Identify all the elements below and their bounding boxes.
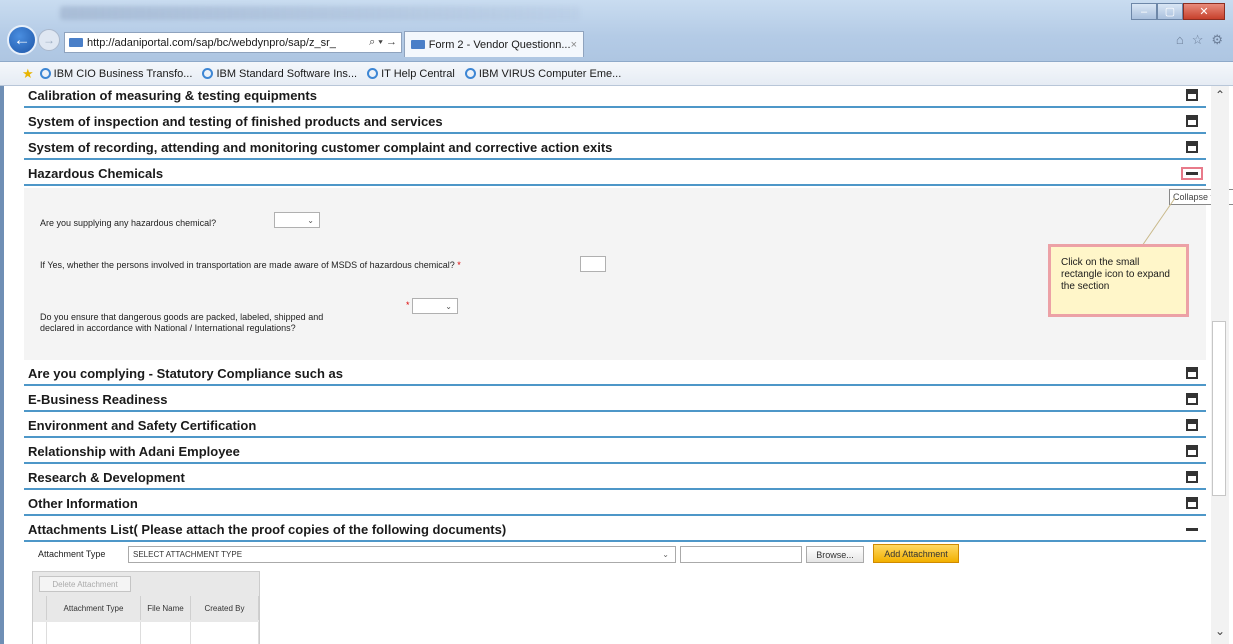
favorites-star-icon[interactable]: ★: [22, 66, 34, 82]
section-hazardous-chemicals: Hazardous Chemicals: [24, 160, 1206, 186]
scroll-down-icon[interactable]: ⌄: [1211, 624, 1229, 638]
expand-tray-icon[interactable]: [1186, 497, 1198, 509]
section-relationship-employee: Relationship with Adani Employee: [24, 438, 1206, 464]
section-attachments-list: Attachments List( Please attach the proo…: [24, 516, 1206, 542]
tab-close-icon[interactable]: ×: [571, 39, 583, 51]
expand-tray-icon[interactable]: [1186, 89, 1198, 101]
collapse-tray-icon[interactable]: [1181, 167, 1203, 180]
section-inspection-testing: System of inspection and testing of fini…: [24, 108, 1206, 134]
add-attachment-button[interactable]: Add Attachment: [873, 544, 959, 563]
section-calibration: Calibration of measuring & testing equip…: [24, 82, 1206, 108]
ie-page-icon: [464, 68, 476, 79]
hazardous-chemicals-panel: Are you supplying any hazardous chemical…: [24, 188, 1206, 360]
maximize-button[interactable]: ▢: [1157, 3, 1183, 20]
address-url: http://adaniportal.com/sap/bc/webdynpro/…: [87, 36, 336, 49]
section-statutory-compliance: Are you complying - Statutory Compliance…: [24, 360, 1206, 386]
file-path-input[interactable]: [680, 546, 802, 563]
expand-tray-icon[interactable]: [1186, 393, 1198, 405]
favorite-link[interactable]: IBM Standard Software Ins...: [202, 68, 357, 80]
callout-pointer: [1141, 197, 1176, 247]
ie-page-icon: [39, 68, 51, 79]
table-row[interactable]: [33, 622, 259, 644]
expand-tray-icon[interactable]: [1186, 115, 1198, 127]
home-icon[interactable]: ⌂: [1176, 32, 1184, 48]
favorite-link[interactable]: IBM VIRUS Computer Eme...: [464, 68, 621, 80]
ie-page-icon: [202, 68, 214, 79]
collapse-tray-icon[interactable]: [1186, 528, 1198, 531]
close-window-button[interactable]: ✕: [1183, 3, 1225, 20]
vertical-scrollbar[interactable]: ⌃ ⌄: [1211, 86, 1229, 644]
expand-tray-icon[interactable]: [1186, 445, 1198, 457]
favorites-star-icon[interactable]: ☆: [1192, 32, 1204, 48]
msds-awareness-field[interactable]: [580, 256, 606, 272]
attachment-type-label: Attachment Type: [38, 549, 106, 559]
attachments-table: Delete Attachment Attachment Type File N…: [32, 571, 260, 644]
address-bar[interactable]: http://adaniportal.com/sap/bc/webdynpro/…: [64, 32, 402, 53]
section-research-development: Research & Development: [24, 464, 1206, 490]
scroll-up-icon[interactable]: ⌃: [1211, 88, 1229, 102]
table-cell: [191, 622, 259, 644]
expand-tray-icon[interactable]: [1186, 419, 1198, 431]
page-content: Calibration of measuring & testing equip…: [0, 86, 1233, 644]
chevron-down-icon: ⌄: [445, 301, 452, 311]
expand-tray-icon[interactable]: [1186, 471, 1198, 483]
scrollbar-thumb[interactable]: [1212, 321, 1226, 496]
ie-page-icon: [367, 68, 379, 79]
forward-button[interactable]: →: [38, 29, 60, 51]
table-cell: [141, 622, 191, 644]
tab-title: Form 2 - Vendor Questionn...: [428, 38, 571, 51]
attachment-type-select[interactable]: SELECT ATTACHMENT TYPE ⌄: [128, 546, 676, 563]
sap-site-icon: [69, 38, 83, 47]
required-mark: *: [406, 300, 410, 310]
expand-tray-icon[interactable]: [1186, 367, 1198, 379]
column-header: Attachment Type: [47, 596, 141, 620]
column-header: Created By: [191, 596, 259, 620]
browser-tab[interactable]: Form 2 - Vendor Questionn... ×: [404, 31, 584, 57]
expand-tray-icon[interactable]: [1186, 141, 1198, 153]
window-title-blurred: [60, 6, 580, 20]
browser-titlebar: – ▢ ✕ ← → http://adaniportal.com/sap/bc/…: [0, 0, 1233, 62]
row-selector[interactable]: [33, 622, 47, 644]
section-customer-complaint: System of recording, attending and monit…: [24, 134, 1206, 160]
sap-tab-icon: [411, 40, 425, 49]
favorite-link[interactable]: IBM CIO Business Transfo...: [39, 68, 192, 80]
browse-button[interactable]: Browse...: [806, 546, 864, 563]
section-ebusiness-readiness: E-Business Readiness: [24, 386, 1206, 412]
window-controls: – ▢ ✕: [1131, 3, 1225, 20]
table-header: Attachment Type File Name Created By: [33, 596, 259, 620]
favorite-link[interactable]: IT Help Central: [367, 68, 455, 80]
instruction-callout: Click on the small rectangle icon to exp…: [1048, 244, 1189, 317]
dangerous-goods-dropdown[interactable]: ⌄: [412, 298, 458, 314]
question-hazardous-supply: Are you supplying any hazardous chemical…: [40, 218, 217, 228]
question-dangerous-goods-line2: declared in accordance with National / I…: [40, 323, 296, 333]
question-msds-awareness: If Yes, whether the persons involved in …: [40, 260, 461, 270]
minimize-button[interactable]: –: [1131, 3, 1157, 20]
chevron-down-icon: ⌄: [307, 215, 314, 225]
hazardous-supply-dropdown[interactable]: ⌄: [274, 212, 320, 228]
address-tools[interactable]: ⌕ ▾ →: [369, 36, 401, 49]
browser-right-icons: ⌂ ☆ ⚙: [1176, 32, 1223, 48]
chevron-down-icon: ⌄: [662, 550, 669, 559]
column-header: File Name: [141, 596, 191, 620]
section-environment-safety: Environment and Safety Certification: [24, 412, 1206, 438]
delete-attachment-button[interactable]: Delete Attachment: [39, 576, 131, 592]
row-selector-header: [33, 596, 47, 620]
back-button[interactable]: ←: [7, 25, 37, 55]
table-cell: [47, 622, 141, 644]
question-dangerous-goods-line1: Do you ensure that dangerous goods are p…: [40, 312, 324, 322]
gear-icon[interactable]: ⚙: [1211, 32, 1223, 48]
section-other-information: Other Information: [24, 490, 1206, 516]
